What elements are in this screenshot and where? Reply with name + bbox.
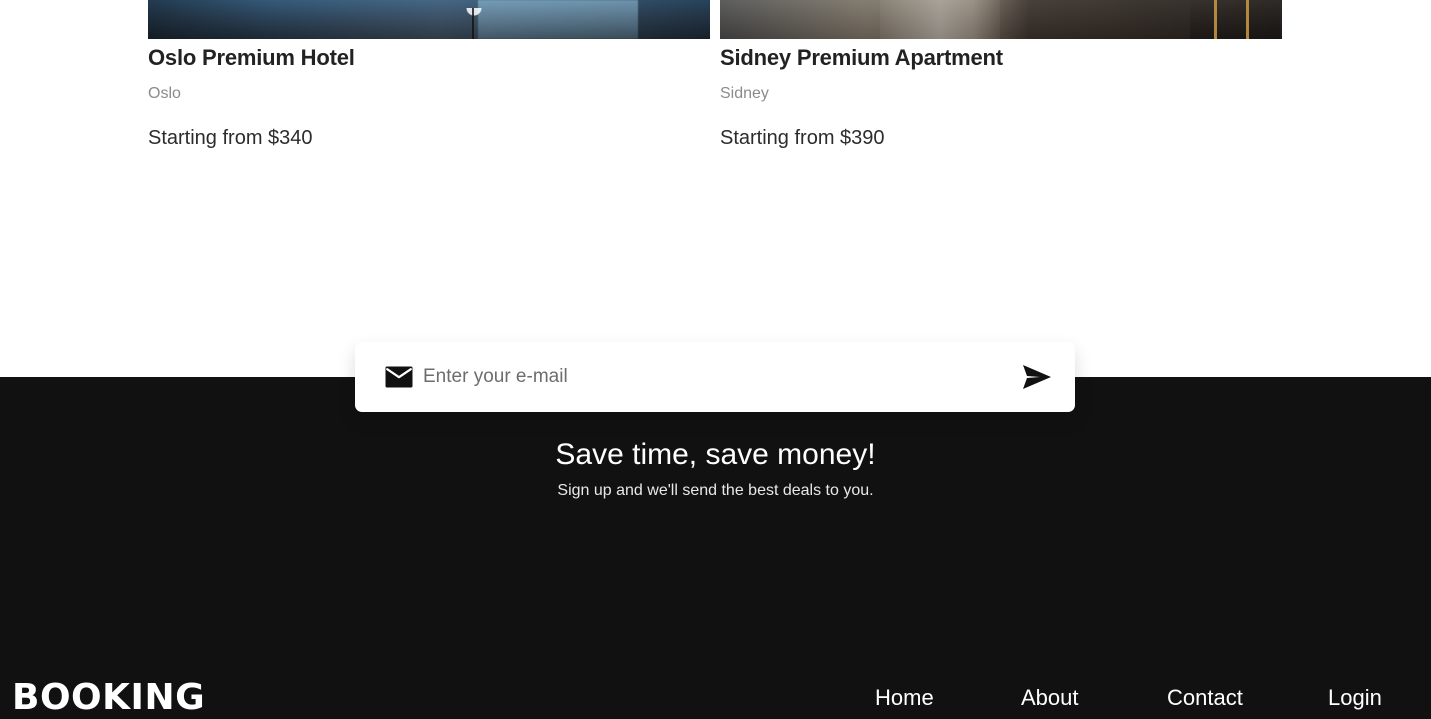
newsletter-headline: Save time, save money! (555, 438, 876, 471)
listing-title: Sidney Premium Apartment (720, 45, 1003, 70)
listing-image[interactable] (148, 0, 710, 39)
listing-location: Sidney (720, 85, 769, 102)
footer-link-about[interactable]: About (1021, 684, 1079, 712)
send-icon (1022, 364, 1052, 390)
page: Oslo Premium Hotel Oslo Starting from $3… (0, 0, 1431, 719)
footer-link-home[interactable]: Home (875, 684, 934, 712)
listing-price: Starting from $390 (720, 127, 885, 149)
footer-link-login[interactable]: Login (1328, 684, 1382, 712)
footer-link-contact[interactable]: Contact (1167, 684, 1243, 712)
listing-title: Oslo Premium Hotel (148, 45, 355, 70)
listing-card-oslo[interactable]: Oslo Premium Hotel Oslo Starting from $3… (148, 0, 710, 151)
newsletter-signup (355, 342, 1075, 412)
mail-icon (385, 366, 413, 388)
send-button[interactable] (1019, 359, 1055, 395)
newsletter-subtext: Sign up and we'll send the best deals to… (557, 482, 874, 499)
listing-price: Starting from $340 (148, 127, 313, 149)
footer-nav: Home About Contact Login (0, 684, 1431, 712)
listing-image[interactable] (720, 0, 1282, 39)
email-input[interactable] (423, 357, 1019, 397)
footer (0, 377, 1431, 719)
listing-location: Oslo (148, 85, 181, 102)
listing-card-sidney[interactable]: Sidney Premium Apartment Sidney Starting… (720, 0, 1282, 151)
